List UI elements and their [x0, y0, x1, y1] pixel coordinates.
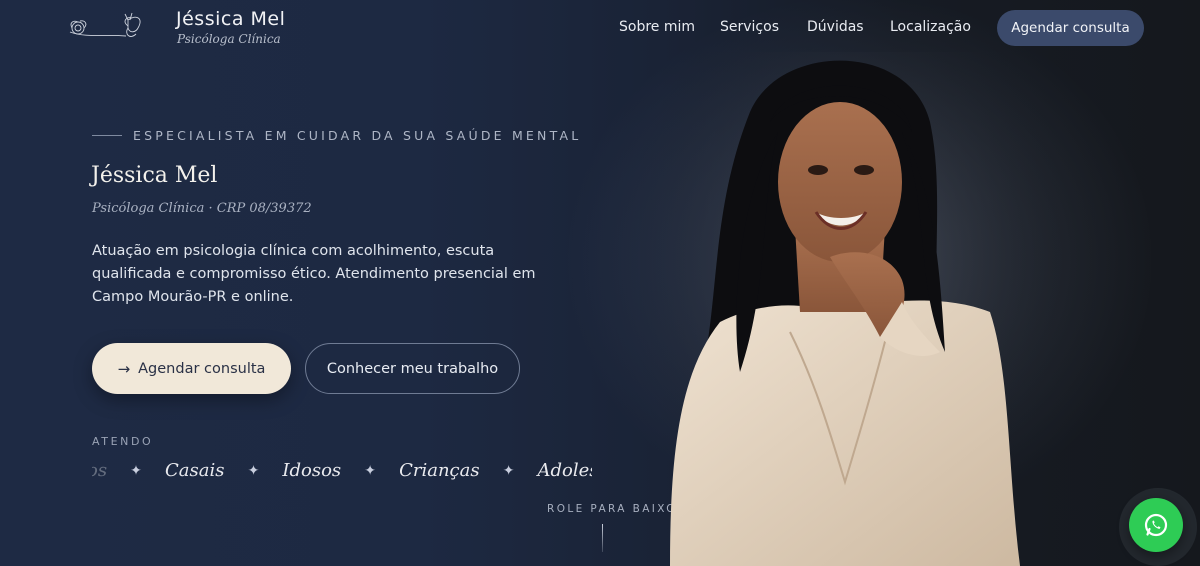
sparkle-icon: ✦ [364, 462, 376, 479]
audience-label: ATENDO [92, 435, 154, 448]
hero-subtitle: Psicóloga Clínica · CRP 08/39372 [92, 201, 312, 216]
eyebrow-divider [92, 135, 122, 136]
nav-link-duvidas[interactable]: Dúvidas [807, 19, 864, 35]
hero-eyebrow: ESPECIALISTA EM CUIDAR DA SUA SAÚDE MENT… [133, 128, 582, 143]
arrow-right-icon: → [117, 359, 131, 378]
brand-name[interactable]: Jéssica Mel [176, 8, 285, 30]
sparkle-icon: ✦ [247, 462, 260, 479]
sparkle-icon: ✦ [130, 462, 142, 479]
know-my-work-button[interactable]: Conhecer meu trabalho [305, 343, 520, 394]
audience-item: Crianças [399, 460, 480, 481]
schedule-consultation-label: Agendar consulta [138, 360, 266, 377]
brand-subtitle: Psicóloga Clínica [177, 32, 281, 46]
audience-item: Idosos [282, 460, 342, 481]
nav-link-sobre-mim[interactable]: Sobre mim [619, 19, 695, 35]
audience-marquee: ltos ✦ Casais ✦ Idosos ✦ Crianças ✦ Adol… [92, 460, 592, 492]
nav-link-localizacao[interactable]: Localização [890, 19, 971, 35]
portrait-photo [640, 52, 1060, 566]
audience-item: Casais [165, 460, 225, 481]
hero-description: Atuação em psicologia clínica com acolhi… [92, 243, 536, 305]
nav-link-servicos[interactable]: Serviços [720, 19, 779, 35]
whatsapp-button[interactable] [1129, 498, 1183, 552]
schedule-consultation-button[interactable]: → Agendar consulta [92, 343, 291, 394]
butterfly-logo-icon[interactable] [66, 12, 158, 42]
audience-item: Adolescentes [537, 460, 592, 481]
audience-item: ltos [92, 460, 108, 481]
sparkle-icon: ✦ [502, 462, 515, 479]
whatsapp-icon [1144, 513, 1168, 537]
scroll-indicator-line [602, 524, 603, 552]
page: Jéssica Mel Psicóloga Clínica Sobre mim … [0, 0, 1200, 566]
header-schedule-button[interactable]: Agendar consulta [997, 10, 1144, 46]
hero-title: Jéssica Mel [91, 163, 218, 188]
audience-track: ltos ✦ Casais ✦ Idosos ✦ Crianças ✦ Adol… [92, 460, 592, 481]
